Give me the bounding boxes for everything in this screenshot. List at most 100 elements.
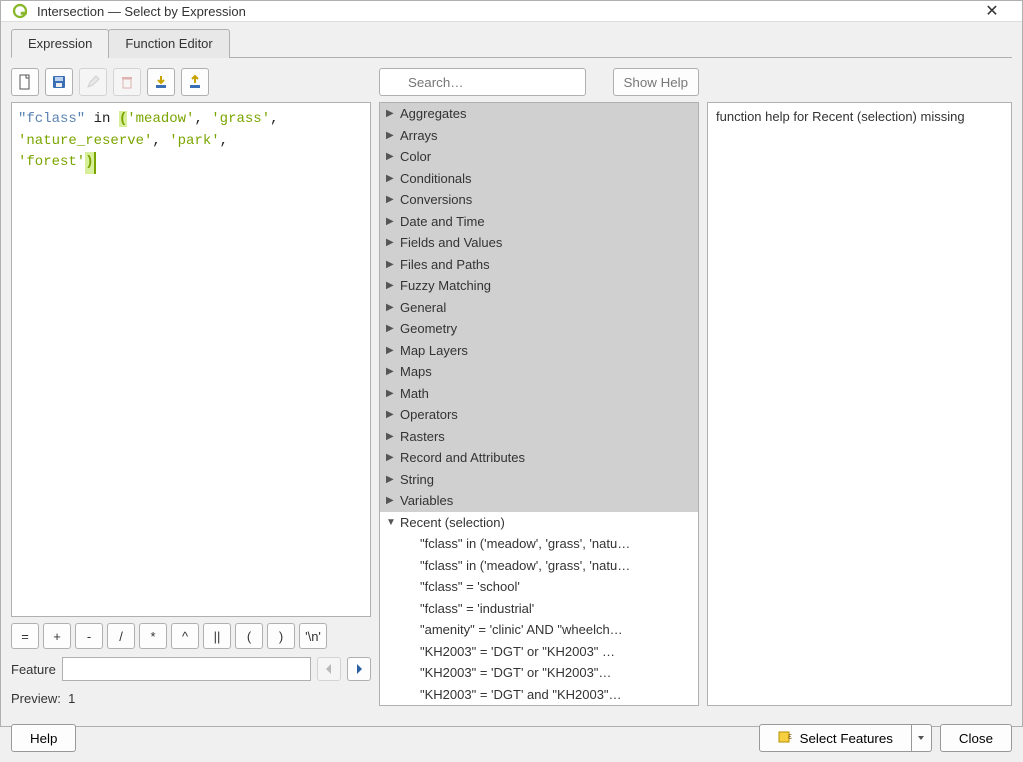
help-button[interactable]: Help	[11, 724, 76, 752]
op-equals[interactable]: =	[11, 623, 39, 649]
show-help-button[interactable]: Show Help	[613, 68, 699, 96]
tree-cat[interactable]: ▶Date and Time	[380, 211, 698, 233]
chevron-right-icon: ▶	[386, 493, 400, 508]
function-tree[interactable]: ▶Aggregates ▶Arrays ▶Color ▶Conditionals…	[379, 102, 699, 706]
chevron-right-icon: ▶	[386, 235, 400, 250]
new-expression-button[interactable]	[11, 68, 39, 96]
op-multiply[interactable]: *	[139, 623, 167, 649]
close-icon[interactable]: ✕	[972, 1, 1012, 21]
tree-cat-recent[interactable]: ▼Recent (selection)	[380, 512, 698, 534]
tree-cat[interactable]: ▶Conditionals	[380, 168, 698, 190]
chevron-right-icon: ▶	[386, 171, 400, 186]
tree-cat[interactable]: ▶Fields and Values	[380, 232, 698, 254]
tab-bar: Expression Function Editor	[11, 28, 1012, 58]
close-button[interactable]: Close	[940, 724, 1012, 752]
select-features-label: Select Features	[800, 731, 893, 746]
op-power[interactable]: ^	[171, 623, 199, 649]
chevron-right-icon: ▶	[386, 343, 400, 358]
help-text: function help for Recent (selection) mis…	[716, 109, 965, 124]
chevron-right-icon: ▶	[386, 257, 400, 272]
export-expression-button[interactable]	[181, 68, 209, 96]
chevron-right-icon: ▶	[386, 472, 400, 487]
next-feature-button[interactable]	[347, 657, 371, 681]
tree-cat[interactable]: ▶Conversions	[380, 189, 698, 211]
token-string: 'meadow'	[127, 111, 194, 127]
tree-cat[interactable]: ▶Record and Attributes	[380, 447, 698, 469]
window-title: Intersection — Select by Expression	[37, 4, 972, 19]
tree-cat[interactable]: ▶Variables	[380, 490, 698, 512]
import-expression-button[interactable]	[147, 68, 175, 96]
op-minus[interactable]: -	[75, 623, 103, 649]
tree-cat[interactable]: ▶Arrays	[380, 125, 698, 147]
op-lparen[interactable]: (	[235, 623, 263, 649]
op-concat[interactable]: ||	[203, 623, 231, 649]
tree-cat[interactable]: ▶Files and Paths	[380, 254, 698, 276]
recent-item[interactable]: "KH2003" = 'DGT' or "KH2003"…	[380, 662, 698, 684]
operator-row: = + - / * ^ || ( ) '\n'	[11, 623, 371, 649]
chevron-right-icon: ▶	[386, 300, 400, 315]
select-features-dropdown[interactable]	[912, 724, 932, 752]
search-wrap	[379, 68, 607, 96]
tree-cat[interactable]: ▶String	[380, 469, 698, 491]
chevron-right-icon: ▶	[386, 321, 400, 336]
chevron-right-icon: ▶	[386, 278, 400, 293]
expression-toolbar	[11, 68, 371, 96]
tree-cat[interactable]: ▶Maps	[380, 361, 698, 383]
chevron-right-icon: ▶	[386, 106, 400, 121]
spacer	[707, 68, 1012, 102]
expression-editor[interactable]: "fclass" in ('meadow', 'grass', 'nature_…	[11, 102, 371, 617]
prev-feature-button	[317, 657, 341, 681]
save-expression-button[interactable]	[45, 68, 73, 96]
recent-item[interactable]: "fclass" in ('meadow', 'grass', 'natu…	[380, 533, 698, 555]
right-column: function help for Recent (selection) mis…	[707, 68, 1012, 706]
tree-cat[interactable]: ▶Math	[380, 383, 698, 405]
left-column: "fclass" in ('meadow', 'grass', 'nature_…	[11, 68, 371, 706]
edit-expression-button	[79, 68, 107, 96]
tree-cat[interactable]: ▶Map Layers	[380, 340, 698, 362]
chevron-right-icon: ▶	[386, 407, 400, 422]
recent-item[interactable]: "fclass" = 'school'	[380, 576, 698, 598]
feature-label: Feature	[11, 662, 56, 677]
tab-expression[interactable]: Expression	[11, 29, 109, 58]
tree-cat[interactable]: ▶Fuzzy Matching	[380, 275, 698, 297]
recent-item[interactable]: "fclass" = 'industrial'	[380, 598, 698, 620]
token-string: 'nature_reserve'	[18, 133, 152, 149]
recent-item[interactable]: "KH2003" = 'DGT' and "KH2003"…	[380, 684, 698, 706]
search-input[interactable]	[379, 68, 586, 96]
token-string: 'grass'	[211, 111, 270, 127]
tree-cat[interactable]: ▶General	[380, 297, 698, 319]
op-newline[interactable]: '\n'	[299, 623, 327, 649]
chevron-right-icon: ▶	[386, 450, 400, 465]
chevron-right-icon: ▶	[386, 128, 400, 143]
chevron-right-icon: ▶	[386, 149, 400, 164]
recent-item[interactable]: "KH2003" = 'DGT' or "KH2003" …	[380, 641, 698, 663]
chevron-down-icon: ▼	[386, 515, 400, 530]
select-features-button[interactable]: ε Select Features	[759, 724, 912, 752]
token-rparen: )	[85, 152, 95, 174]
op-plus[interactable]: +	[43, 623, 71, 649]
dialog-window: Intersection — Select by Expression ✕ Ex…	[0, 0, 1023, 727]
tree-cat[interactable]: ▶Rasters	[380, 426, 698, 448]
feature-row: Feature	[11, 657, 371, 681]
help-panel: function help for Recent (selection) mis…	[707, 102, 1012, 706]
tree-cat[interactable]: ▶Geometry	[380, 318, 698, 340]
preview-row: Preview: 1	[11, 691, 371, 706]
token-string: 'forest'	[18, 154, 85, 170]
tree-cat[interactable]: ▶Color	[380, 146, 698, 168]
op-rparen[interactable]: )	[267, 623, 295, 649]
tab-body: "fclass" in ('meadow', 'grass', 'nature_…	[11, 58, 1012, 706]
op-divide[interactable]: /	[107, 623, 135, 649]
chevron-right-icon: ▶	[386, 214, 400, 229]
search-row: Show Help	[379, 68, 699, 96]
chevron-right-icon: ▶	[386, 192, 400, 207]
recent-item[interactable]: "amenity" = 'clinic' AND "wheelch…	[380, 619, 698, 641]
feature-input[interactable]	[62, 657, 311, 681]
bottom-bar: Help ε Select Features Close	[1, 716, 1022, 762]
recent-item[interactable]: "fclass" in ('meadow', 'grass', 'natu…	[380, 555, 698, 577]
tab-function-editor[interactable]: Function Editor	[108, 29, 229, 58]
tree-cat[interactable]: ▶Operators	[380, 404, 698, 426]
token-keyword: in	[94, 111, 111, 127]
token-field: "fclass"	[18, 111, 85, 127]
delete-expression-button	[113, 68, 141, 96]
tree-cat[interactable]: ▶Aggregates	[380, 103, 698, 125]
